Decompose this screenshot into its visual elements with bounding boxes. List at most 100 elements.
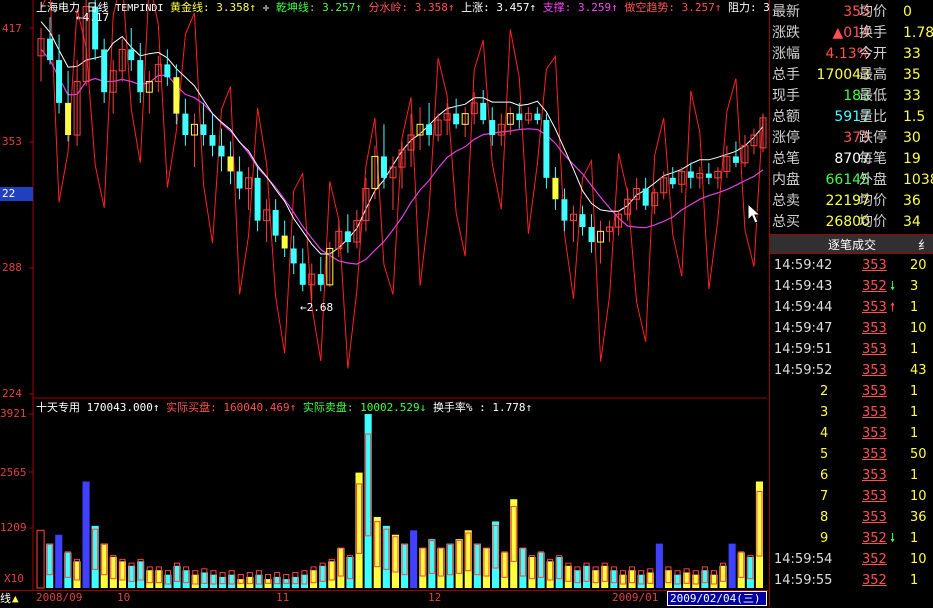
- arrow-down-icon: 🠗: [890, 531, 896, 545]
- tick-row: 14:59:55 352 1: [770, 570, 933, 591]
- candle-body: [453, 113, 460, 125]
- tick-row: 7 353 10: [770, 486, 933, 507]
- quote-label: 总买: [772, 214, 800, 230]
- low-annotation: ←2.68: [300, 301, 334, 314]
- date-label: 12: [428, 591, 442, 604]
- candle-body: [552, 177, 559, 200]
- tick-row: 2 353 1: [770, 381, 933, 402]
- actual-buy-value: 实际买盘: 160040.469↑: [166, 401, 297, 414]
- candle-body: [299, 263, 306, 285]
- chart-canvas[interactable]: [0, 0, 769, 607]
- candle-body: [344, 231, 351, 243]
- quote-value: 30: [903, 130, 921, 146]
- date-label: 2008/09: [36, 591, 83, 604]
- quote-label: 跌停: [859, 130, 887, 146]
- tick-volume: 1: [910, 531, 919, 546]
- candle-body: [236, 171, 243, 189]
- ticks-tab-bar: 逐笔成交 纟: [770, 234, 933, 254]
- tick-row: 14:59:47 353 10: [770, 318, 933, 339]
- volume-bar: [36, 529, 45, 589]
- quote-label: 总笔: [772, 151, 800, 167]
- candle-body: [56, 60, 63, 103]
- quote-value: 10389: [903, 172, 933, 188]
- zhicheng-value: 支撑: 3.259↑: [542, 1, 618, 14]
- tick-time: 14:59:55: [774, 573, 833, 588]
- candle-body: [47, 38, 54, 61]
- quote-value: 1.78: [903, 25, 933, 41]
- tick-price: 353: [862, 363, 887, 378]
- tick-time: 14:59:42: [774, 258, 833, 273]
- actual-sell-value: 实际卖盘: 10002.529↓: [302, 401, 427, 414]
- price-axis-label: 224: [2, 387, 22, 400]
- date-axis-left-stub: 线: [0, 592, 11, 605]
- quote-label: 涨停: [772, 130, 800, 146]
- crosshair-cursor-icon: ✛: [262, 1, 276, 14]
- quote-label: 内盘: [772, 172, 800, 188]
- tick-time: 14:59:54: [774, 552, 833, 567]
- kline-chart-panel[interactable]: 上海电力 日线 TEMPINDI 黄金线: 3.358↑ ✛ 乾坤线: 3.25…: [0, 0, 770, 608]
- quote-label: 均价: [859, 214, 887, 230]
- quote-label: 均价: [859, 4, 887, 20]
- candle-body: [281, 235, 288, 249]
- candle-body: [209, 135, 216, 146]
- candle-body: [137, 60, 144, 93]
- tick-row: 4 353 1: [770, 423, 933, 444]
- tab-tick-trades[interactable]: 逐笔成交: [828, 236, 876, 253]
- tick-price: 353: [862, 489, 887, 504]
- tick-time: 7: [820, 489, 829, 504]
- tick-volume: 10: [910, 321, 927, 336]
- date-label: 2009/01: [612, 591, 659, 604]
- tick-time: 6: [820, 468, 829, 483]
- quote-row: 总买 26800 均价 34: [770, 212, 933, 233]
- tick-volume: 1: [910, 300, 919, 315]
- quote-value: 36: [903, 193, 921, 209]
- candle-body: [380, 156, 387, 178]
- quote-label: 最低: [859, 88, 887, 104]
- tick-time: 8: [820, 510, 829, 525]
- candle-body: [254, 177, 261, 221]
- tick-price: 353: [862, 321, 887, 336]
- candle-body: [200, 124, 207, 136]
- quote-row: 总手 170043 最高 35: [770, 65, 933, 86]
- tick-time: 2: [820, 384, 829, 399]
- scroll-left-icon[interactable]: ▲: [12, 592, 19, 605]
- qiankun-line-value: 乾坤线: 3.257↑: [275, 1, 362, 14]
- date-label: 11: [276, 591, 290, 604]
- volume-axis-label: 3921: [0, 407, 27, 420]
- candle-body: [290, 248, 297, 264]
- tick-time: 3: [820, 405, 829, 420]
- arrow-down-icon: 🠗: [890, 279, 896, 293]
- quote-row: 内盘66145外盘10389: [770, 170, 933, 191]
- tab-second[interactable]: 纟: [918, 236, 930, 253]
- tick-time: 9: [820, 531, 829, 546]
- candle-body: [687, 171, 694, 178]
- volume-multiplier-label: X10: [4, 572, 24, 585]
- quote-label: 涨幅: [772, 46, 800, 62]
- candle-body: [516, 113, 523, 121]
- candle-body: [705, 173, 712, 178]
- price-axis-label: 417: [2, 22, 22, 35]
- date-label: 10: [117, 591, 131, 604]
- shangzhang-value: 上涨: 3.457↑: [461, 1, 537, 14]
- tick-time: 14:59:43: [774, 279, 833, 294]
- tick-volume: 50: [910, 447, 927, 462]
- quote-label: 最高: [859, 67, 887, 83]
- candle-body: [534, 113, 541, 121]
- tick-volume: 1: [910, 426, 919, 441]
- candle-body: [642, 188, 649, 206]
- candle-body: [480, 102, 487, 121]
- tick-price: 353: [862, 384, 887, 399]
- tick-price: 352: [862, 552, 887, 567]
- tick-time: 14:59:51: [774, 342, 833, 357]
- tick-volume: 3: [910, 279, 919, 294]
- tick-row: 14:59:52 353 43: [770, 360, 933, 381]
- tick-volume: 43: [910, 363, 927, 378]
- quote-row: 总额 5917 量比 1.5: [770, 107, 933, 128]
- price-axis-label: 288: [2, 261, 22, 274]
- volume-value: 170043.000↑: [86, 401, 160, 414]
- volume-bar: [82, 481, 90, 588]
- tick-price: 353: [862, 447, 887, 462]
- candle-body: [272, 209, 279, 236]
- zuli-value: 阻力: 3: [727, 1, 770, 14]
- tick-row: 14:59:51 353 1: [770, 339, 933, 360]
